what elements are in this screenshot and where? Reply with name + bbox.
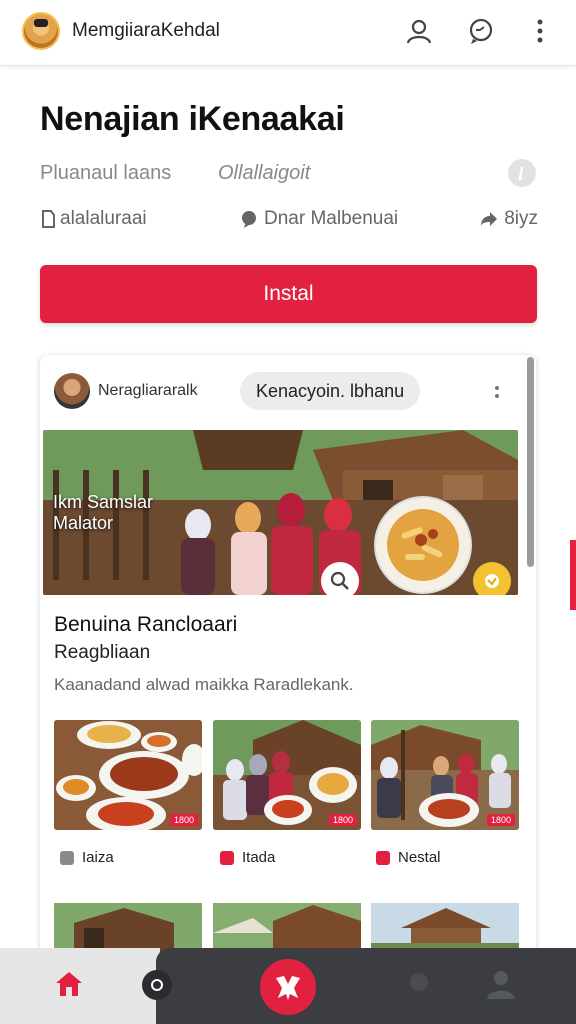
nav-dark-section: [142, 948, 576, 1024]
hero-caption-line1: Ikm Samslar: [53, 492, 154, 512]
category-pill[interactable]: Kenacyoin. lbhanu: [240, 372, 421, 410]
meta-mid: Dnar Malbenuai: [240, 208, 398, 230]
thumbnail-tag: 1800: [328, 814, 357, 826]
thumbnail-label-text: Nestal: [398, 849, 441, 866]
profile-icon[interactable]: [484, 968, 518, 1005]
thumbnail-label-text: Itada: [242, 849, 276, 866]
home-icon[interactable]: [54, 970, 84, 1003]
subtitle-left: Pluanaul laans: [40, 162, 172, 184]
thumbnail-label-text: Iaiza: [82, 849, 114, 866]
more-vertical-icon[interactable]: [525, 16, 555, 46]
meta-mid-text: Dnar Malbenuai: [264, 208, 399, 229]
thumbnail-1[interactable]: 1800: [54, 720, 202, 830]
chat-icon[interactable]: [406, 970, 432, 1001]
comment-icon: [242, 211, 256, 228]
meta-right-text: 8iyz: [504, 208, 538, 229]
category-icon: [220, 850, 234, 865]
post-description: Kaanadand alwad maikka Raradlekank.: [54, 675, 354, 694]
app-name: MemgiiaraKehdal: [72, 20, 220, 41]
post-title: Benuina Rancloaari: [54, 613, 238, 636]
poster-avatar[interactable]: [54, 373, 90, 409]
hero-caption-line2: Malator: [53, 513, 114, 533]
category-icon: [376, 850, 390, 865]
thumbnail-label-2[interactable]: Itada: [220, 849, 275, 866]
page-title: Nenajian iKenaakai: [40, 100, 345, 138]
post-card: Neragliararalk Kenacyoin. lbhanu Ikm Sam…: [40, 355, 536, 955]
thumbnail-2[interactable]: 1800: [213, 720, 361, 830]
chat-icon[interactable]: [466, 16, 496, 46]
install-button[interactable]: Instal: [40, 265, 537, 323]
card-more-icon[interactable]: [494, 383, 500, 403]
app-avatar[interactable]: [22, 12, 60, 50]
meta-right[interactable]: 8iyz: [480, 208, 538, 230]
thumbnail-label-1[interactable]: Iaiza: [60, 849, 114, 866]
meta-left: alalaluraai: [40, 208, 147, 230]
center-action-button[interactable]: [257, 956, 319, 1018]
scrollbar[interactable]: [527, 357, 534, 567]
meta-left-text: alalaluraai: [60, 208, 147, 229]
thumbnail-3[interactable]: 1800: [371, 720, 519, 830]
poster-name[interactable]: Neragliararalk: [98, 382, 198, 400]
subtitle-mid: Ollallaigoit: [218, 162, 311, 184]
post-subtitle: Reagbliaan: [54, 642, 151, 663]
category-icon: [60, 850, 74, 865]
share-icon: [481, 212, 498, 226]
badge-icon[interactable]: [473, 562, 511, 595]
hero-image[interactable]: Ikm Samslar Malator: [43, 430, 518, 595]
thumbnail-label-3[interactable]: Nestal: [376, 849, 441, 866]
thumbnail-tag: 1800: [169, 814, 198, 826]
thumbnail-tag: 1800: [486, 814, 515, 826]
top-app-bar: MemgiiaraKehdal: [0, 0, 576, 66]
search-icon[interactable]: [142, 970, 172, 1000]
center-action-icon: [276, 976, 300, 1000]
nav-light-section: [0, 948, 160, 1024]
info-icon[interactable]: [508, 159, 536, 187]
bottom-nav: [0, 948, 576, 1024]
person-icon[interactable]: [404, 16, 434, 46]
edge-indicator: [570, 540, 576, 610]
search-icon[interactable]: [321, 562, 359, 595]
hero-caption: Ikm Samslar Malator: [53, 492, 153, 534]
document-icon: [42, 210, 55, 228]
